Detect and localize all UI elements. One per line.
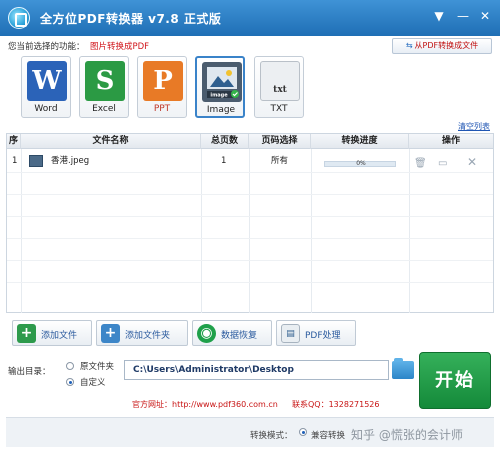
row-pages: 1 — [221, 156, 227, 166]
output-dir-label: 输出目录： — [8, 367, 51, 377]
mode-compat-radio[interactable] — [299, 428, 307, 436]
start-button[interactable]: 开始 — [419, 352, 491, 409]
clear-list-link[interactable]: 清空列表 — [458, 121, 490, 132]
row-filename: 香港.jpeg — [51, 156, 90, 166]
conversion-mode-label: 转换模式： — [250, 431, 293, 441]
from-pdf-label: 从PDF转换成文件 — [414, 41, 479, 50]
conversion-mode-value: 兼容转换 — [311, 431, 346, 441]
add-folder-label: 添加文件夹 — [125, 331, 171, 341]
recovery-icon: ◉ — [197, 324, 216, 343]
open-folder-icon[interactable]: ▭ — [438, 158, 447, 169]
watermark-text: 知乎 @慌张的会计师 — [351, 428, 463, 442]
excel-icon: S — [85, 61, 125, 101]
word-icon: W — [27, 61, 67, 101]
data-recovery-label: 数据恢复 — [221, 331, 258, 341]
col-progress: 转换进度 — [311, 134, 409, 149]
from-pdf-button[interactable]: ⇆ 从PDF转换成文件 — [392, 38, 492, 54]
row-page-select[interactable]: 所有 — [271, 150, 288, 172]
window-title: 全方位PDF转换器 v7.8 正式版 — [40, 12, 222, 26]
file-thumbnail-icon — [29, 155, 43, 167]
format-ppt-label: PPT — [153, 104, 171, 114]
col-filename: 文件名称 — [21, 134, 201, 149]
image-tag-text: image — [210, 93, 228, 99]
format-word-button[interactable]: W Word — [21, 56, 71, 118]
row-index: 1 — [12, 156, 18, 166]
col-pages: 总页数 — [201, 134, 249, 149]
txt-icon-text: txt — [273, 85, 287, 95]
minimize-button[interactable]: — — [456, 9, 470, 23]
pdf-process-icon: ▤ — [281, 324, 300, 343]
add-file-label: 添加文件 — [41, 331, 78, 341]
app-logo-icon — [8, 7, 30, 29]
pdf-process-button[interactable]: ▤ PDF处理 — [276, 320, 356, 346]
format-image-label: Image — [206, 105, 236, 115]
txt-icon: txt — [260, 61, 300, 101]
col-actions: 操作 — [441, 136, 460, 146]
pdf-process-label: PDF处理 — [305, 331, 341, 341]
format-image-button[interactable]: image Image — [195, 56, 245, 118]
data-recovery-button[interactable]: ◉ 数据恢复 — [192, 320, 272, 346]
ppt-icon: P — [143, 61, 183, 101]
col-page-select: 页码选择 — [249, 134, 311, 149]
row-progress-text: 0% — [356, 160, 366, 167]
image-icon: image — [202, 62, 242, 102]
status-bar: 转换模式： 兼容转换 知乎 @慌张的会计师 — [6, 417, 494, 447]
format-ppt-button[interactable]: P PPT — [137, 56, 187, 118]
dropdown-menu-icon[interactable]: ▼ — [432, 9, 446, 23]
image-glyph: image — [207, 67, 239, 99]
close-button[interactable]: ✕ — [478, 9, 492, 23]
row-progress-bar: 0% — [324, 160, 396, 167]
swap-icon: ⇆ — [405, 41, 413, 50]
function-value: 图片转换成PDF — [90, 42, 150, 52]
add-file-icon: + — [17, 324, 36, 343]
title-bar: 全方位PDF转换器 v7.8 正式版 ▼ — ✕ — [0, 0, 500, 36]
website-link[interactable]: 官方网址：http://www.pdf360.com.cn — [132, 399, 278, 410]
format-excel-label: Excel — [92, 104, 116, 114]
output-path-input[interactable]: C:\Users\Administrator\Desktop — [124, 360, 389, 380]
radio-source-folder-label: 原文件夹 — [80, 362, 115, 372]
qq-contact: 联系QQ：1328271526 — [292, 400, 380, 409]
add-file-button[interactable]: + 添加文件 — [12, 320, 92, 346]
format-excel-button[interactable]: S Excel — [79, 56, 129, 118]
format-word-label: Word — [34, 104, 58, 114]
file-table: 序 文件名称 总页数 页码选择 转换进度 操作 1 香港.jpeg 1 所有 0… — [6, 133, 494, 313]
delete-row-icon[interactable]: 🗑 — [414, 158, 427, 169]
browse-folder-icon[interactable] — [392, 358, 414, 379]
add-folder-button[interactable]: + 添加文件夹 — [96, 320, 188, 346]
remove-icon[interactable]: ✕ — [467, 155, 477, 169]
col-index: 序 — [7, 134, 21, 149]
radio-custom-folder-label: 自定义 — [80, 378, 106, 388]
add-folder-icon: + — [101, 324, 120, 343]
table-header: 序 文件名称 总页数 页码选择 转换进度 操作 — [7, 134, 493, 149]
format-txt-button[interactable]: txt TXT — [254, 56, 304, 118]
function-label: 您当前选择的功能： — [8, 42, 85, 52]
radio-custom-folder[interactable] — [66, 378, 74, 386]
format-txt-label: TXT — [270, 104, 288, 114]
radio-source-folder[interactable] — [66, 362, 74, 370]
